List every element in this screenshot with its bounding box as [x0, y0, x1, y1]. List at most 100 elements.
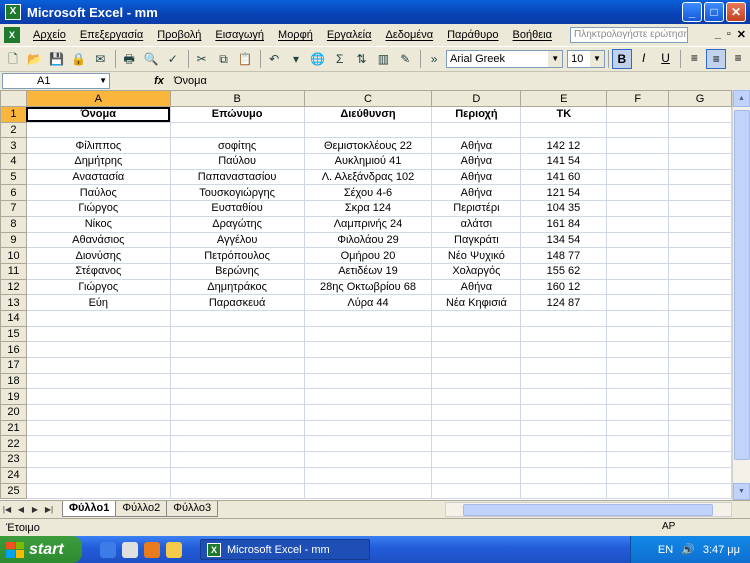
cell[interactable]	[25, 419, 171, 437]
underline-button[interactable]: U	[656, 49, 676, 69]
cell[interactable]	[169, 404, 305, 421]
cell[interactable]	[169, 466, 305, 484]
cell[interactable]	[606, 200, 670, 217]
row-header[interactable]: 2	[0, 121, 27, 139]
cell[interactable]	[520, 341, 608, 358]
cell[interactable]	[169, 121, 305, 139]
column-header[interactable]: C	[303, 90, 433, 107]
row-header[interactable]: 8	[0, 215, 27, 233]
cell[interactable]	[431, 372, 522, 390]
cell[interactable]	[520, 325, 608, 343]
speaker-icon[interactable]: 🔊	[681, 543, 695, 556]
cell[interactable]: Γιώργος	[25, 278, 171, 296]
cell[interactable]: 28ης Οκτωβρίου 68	[303, 278, 433, 296]
new-icon[interactable]: 🗋	[3, 49, 23, 69]
insert-function-icon[interactable]: fx	[144, 75, 174, 87]
cell[interactable]: Τουσκογιώργης	[169, 184, 305, 202]
cell[interactable]	[668, 388, 732, 406]
cell[interactable]	[25, 357, 171, 374]
cell[interactable]	[431, 309, 522, 327]
cell[interactable]	[606, 247, 670, 264]
open-icon[interactable]: 📂	[25, 49, 45, 69]
minimize-button[interactable]: _	[682, 2, 702, 22]
cell[interactable]	[431, 357, 522, 374]
autosum-icon[interactable]: Σ	[330, 49, 350, 69]
sort-ascending-icon[interactable]: ⇅	[352, 49, 372, 69]
cell[interactable]	[668, 325, 732, 343]
cell[interactable]: Παύλος	[25, 184, 171, 202]
save-icon[interactable]: 💾	[47, 49, 67, 69]
cell[interactable]	[520, 388, 608, 406]
row-header[interactable]: 21	[0, 419, 27, 437]
cell[interactable]: Αυκλημιού 41	[303, 153, 433, 170]
doc-minimize-button[interactable]: _	[715, 28, 721, 41]
vertical-scroll-thumb[interactable]	[734, 110, 750, 460]
cell[interactable]: αλάτσι	[431, 215, 522, 233]
cell[interactable]	[668, 482, 732, 500]
cell[interactable]: Περιστέρι	[431, 200, 522, 217]
cell[interactable]	[606, 231, 670, 249]
cell[interactable]	[668, 294, 732, 311]
row-header[interactable]: 11	[0, 262, 27, 280]
cell[interactable]	[431, 435, 522, 453]
row-header[interactable]: 24	[0, 466, 27, 484]
worksheet-table[interactable]: A B C D E F G 1 Όνομα Επώνυμο Διεύθυνση Περι…	[0, 90, 732, 500]
cell[interactable]	[25, 451, 171, 468]
cell[interactable]	[431, 419, 522, 437]
cell[interactable]	[25, 325, 171, 343]
cell[interactable]: ΤΚ	[520, 106, 608, 123]
cell[interactable]	[169, 372, 305, 390]
cell[interactable]	[169, 341, 305, 358]
row-header[interactable]: 7	[0, 200, 27, 217]
align-left-icon[interactable]: ≡	[684, 49, 704, 69]
permission-icon[interactable]: 🔒	[69, 49, 89, 69]
menu-view[interactable]: Προβολή	[150, 29, 208, 41]
select-all-button[interactable]	[0, 90, 27, 107]
cell[interactable]	[431, 404, 522, 421]
cell[interactable]: Δημήτρης	[25, 153, 171, 170]
cell[interactable]: 141 60	[520, 168, 608, 186]
prev-sheet-icon[interactable]: ◀	[14, 505, 28, 514]
cell[interactable]: Αθήνα	[431, 168, 522, 186]
cell[interactable]: Ευσταθίου	[169, 200, 305, 217]
cell[interactable]	[431, 451, 522, 468]
menu-insert[interactable]: Εισαγωγή	[208, 29, 271, 41]
cell[interactable]	[520, 309, 608, 327]
cell[interactable]: Αετιδέων 19	[303, 262, 433, 280]
cell[interactable]	[520, 121, 608, 139]
cell[interactable]: Σκρα 124	[303, 200, 433, 217]
cell[interactable]: Βερώνης	[169, 262, 305, 280]
sheet-tab-3[interactable]: Φύλλο3	[166, 501, 219, 517]
cell[interactable]	[169, 388, 305, 406]
menu-edit[interactable]: Επεξεργασία	[73, 29, 150, 41]
cell[interactable]	[606, 325, 670, 343]
cell[interactable]	[25, 435, 171, 453]
formula-input[interactable]: Όνομα	[174, 75, 207, 87]
cell[interactable]	[668, 168, 732, 186]
cell[interactable]: Παύλου	[169, 153, 305, 170]
cell[interactable]	[606, 466, 670, 484]
cell[interactable]: Αθήνα	[431, 278, 522, 296]
cell[interactable]	[520, 357, 608, 374]
row-header[interactable]: 14	[0, 309, 27, 327]
cell[interactable]	[606, 435, 670, 453]
cell[interactable]	[25, 466, 171, 484]
cell[interactable]: 121 54	[520, 184, 608, 202]
cell[interactable]	[303, 404, 433, 421]
sheet-tab-2[interactable]: Φύλλο2	[115, 501, 168, 517]
cell[interactable]	[431, 466, 522, 484]
cell[interactable]	[303, 325, 433, 343]
column-header[interactable]: A	[25, 90, 171, 107]
cell[interactable]: Φιλολάου 29	[303, 231, 433, 249]
cell[interactable]: 142 12	[520, 137, 608, 155]
cell[interactable]: Επώνυμο	[169, 106, 305, 123]
cell[interactable]: Διεύθυνση	[303, 106, 433, 123]
align-right-icon[interactable]: ≡	[728, 49, 748, 69]
row-header[interactable]: 18	[0, 372, 27, 390]
row-header[interactable]: 6	[0, 184, 27, 202]
menu-file[interactable]: Αρχείο	[26, 29, 73, 41]
taskbar-excel-button[interactable]: X Microsoft Excel - mm	[200, 539, 370, 560]
cell[interactable]	[668, 309, 732, 327]
cell[interactable]	[25, 482, 171, 500]
row-header[interactable]: 13	[0, 294, 27, 311]
